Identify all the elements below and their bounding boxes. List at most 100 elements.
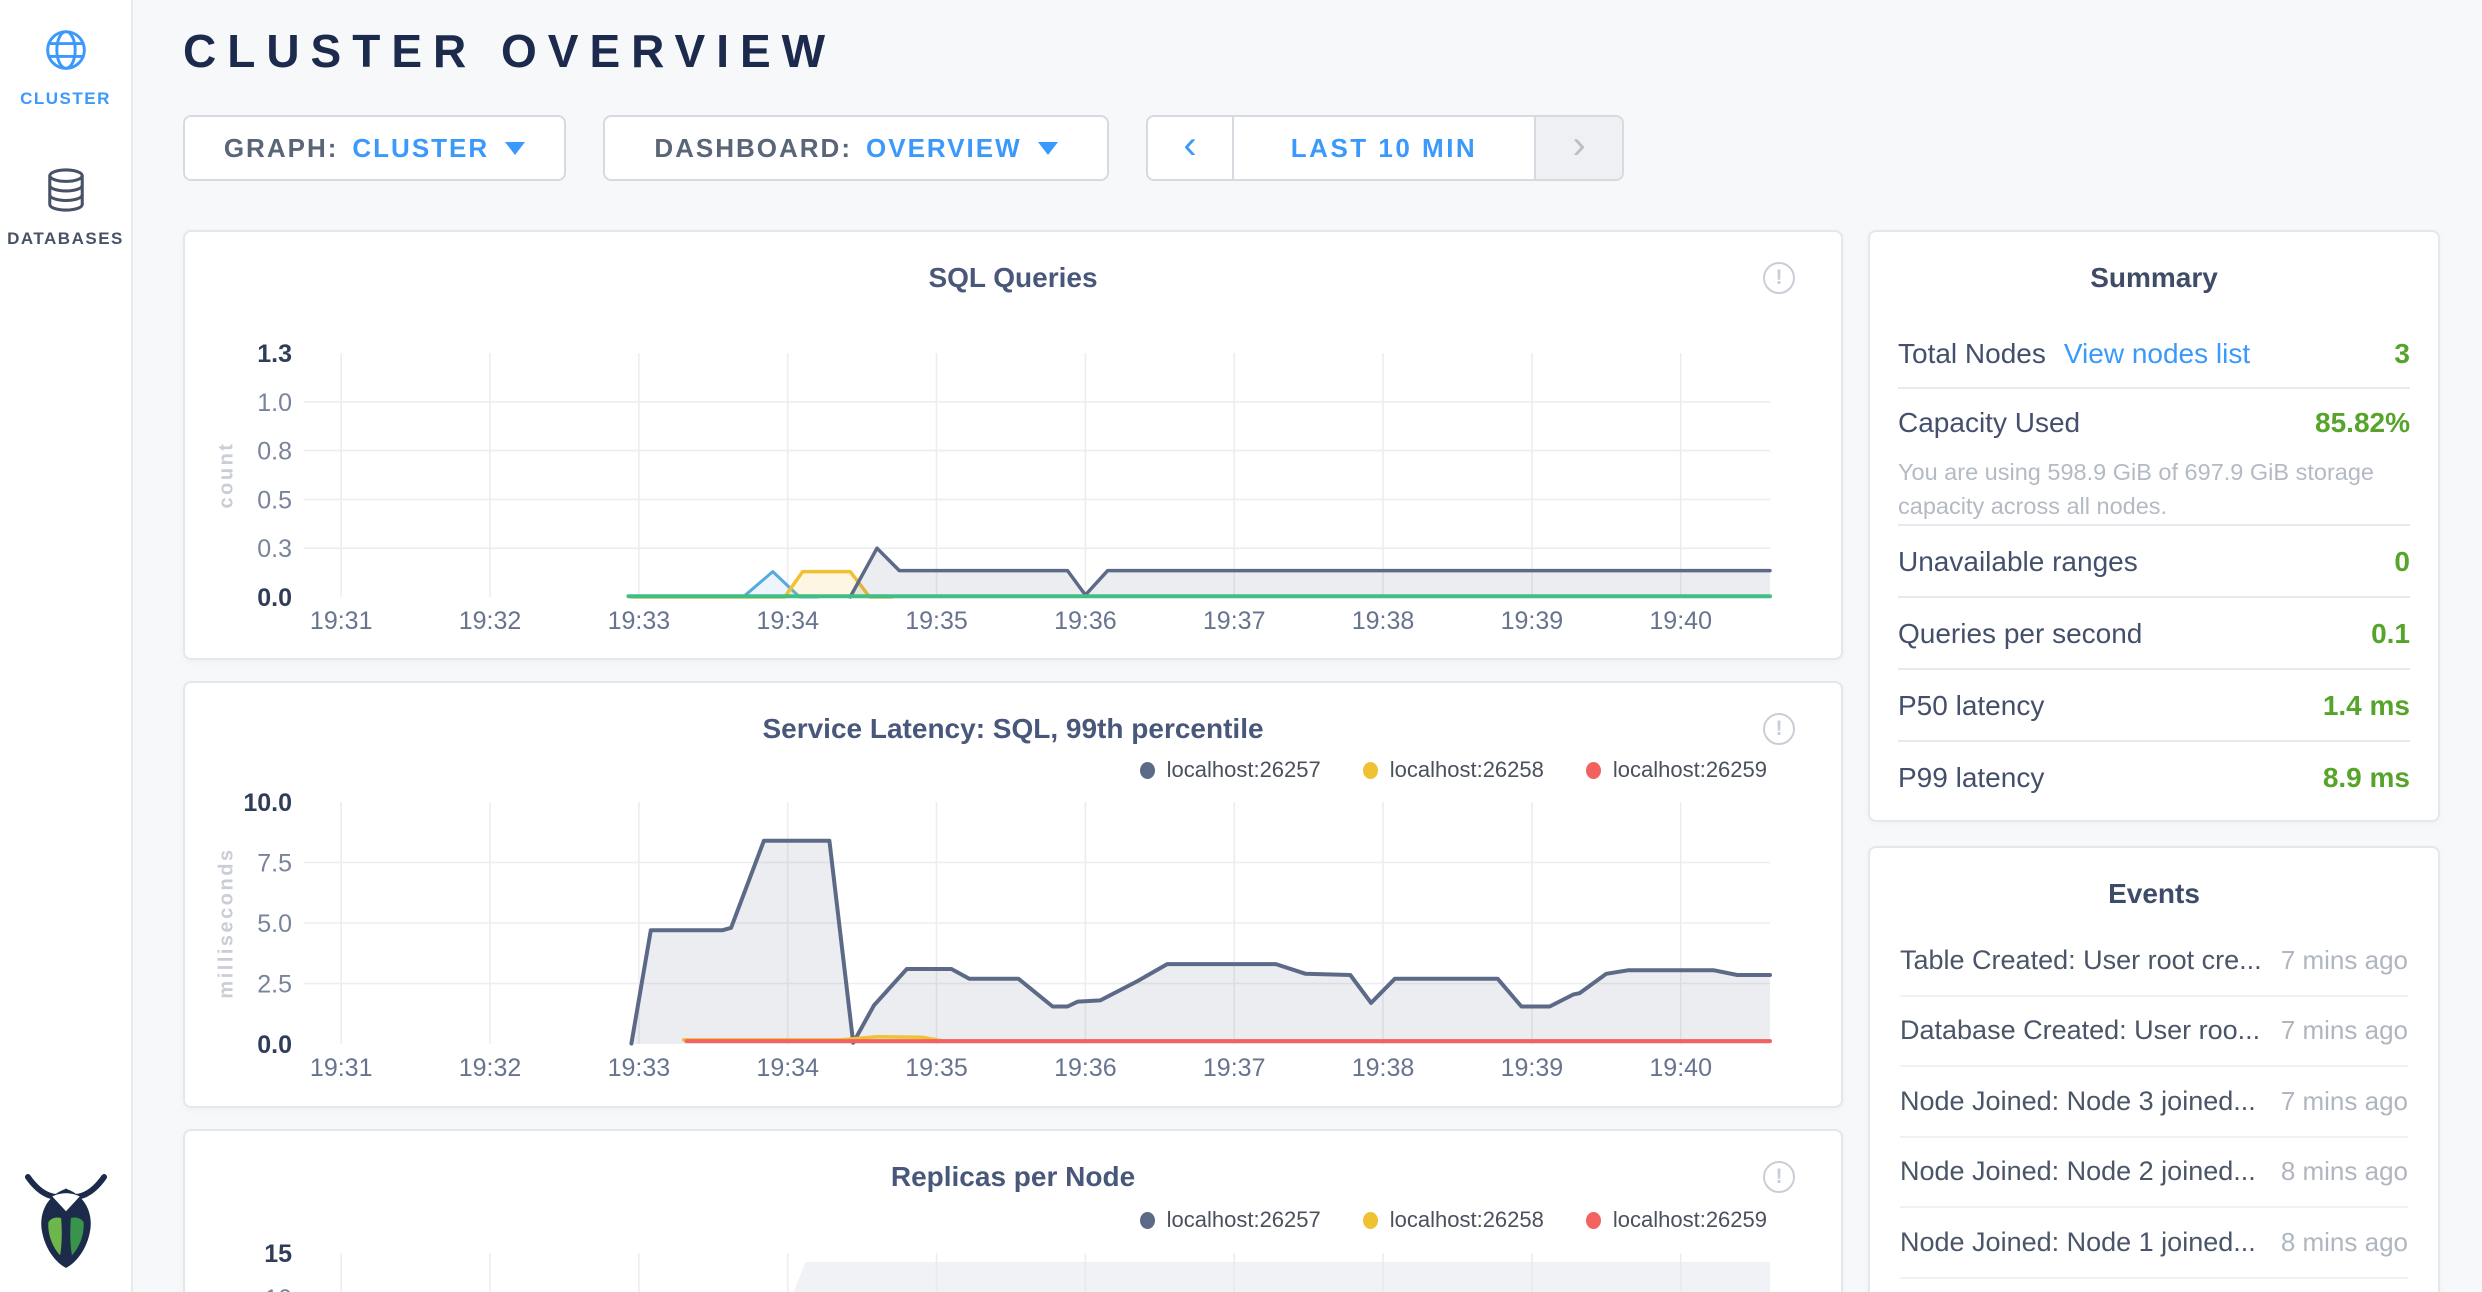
svg-text:19:37: 19:37 — [1203, 607, 1266, 635]
svg-text:2.5: 2.5 — [257, 971, 292, 999]
time-range-current-button[interactable]: LAST 10 MIN — [1234, 117, 1534, 179]
summary-value: 1.4 ms — [2323, 690, 2410, 722]
graph-dropdown[interactable]: GRAPH: CLUSTER — [183, 115, 566, 181]
event-time: 7 mins ago — [2281, 1086, 2408, 1117]
svg-text:10: 10 — [264, 1285, 292, 1292]
replicas-per-node-card: Replicas per Node ! localhost:26257local… — [183, 1129, 1843, 1292]
svg-text:15: 15 — [264, 1240, 292, 1268]
event-text: Node Joined: Node 3 joined... — [1900, 1086, 2256, 1117]
svg-text:0.8: 0.8 — [257, 438, 292, 466]
event-text: Table Created: User root cre... — [1900, 945, 2262, 976]
events-panel: Events Table Created: User root cre... 7 … — [1868, 846, 2440, 1292]
svg-text:19:33: 19:33 — [608, 1054, 671, 1082]
svg-text:19:38: 19:38 — [1352, 607, 1415, 635]
view-nodes-list-link[interactable]: View nodes list — [2064, 338, 2250, 369]
svg-text:19:40: 19:40 — [1649, 1054, 1712, 1082]
summary-label: Capacity Used — [1898, 407, 2080, 439]
sidebar-item-label: DATABASES — [0, 229, 131, 249]
summary-value: 3 — [2394, 338, 2410, 370]
event-time: 8 mins ago — [2281, 1227, 2408, 1258]
svg-text:19:38: 19:38 — [1352, 1054, 1415, 1082]
summary-row-queries-per-second: Queries per second 0.1 — [1898, 598, 2410, 670]
svg-text:1.3: 1.3 — [257, 340, 292, 368]
svg-text:19:36: 19:36 — [1054, 607, 1117, 635]
event-row: Node Joined: Node 2 joined... 8 mins ago — [1900, 1138, 2408, 1209]
database-icon — [45, 168, 87, 217]
cockroachdb-logo-icon — [22, 1166, 110, 1274]
summary-value: 0.1 — [2371, 618, 2410, 650]
sidebar-item-label: CLUSTER — [0, 89, 131, 109]
summary-row-p99-latency: P99 latency 8.9 ms — [1898, 742, 2410, 822]
sidebar-item-cluster[interactable]: CLUSTER — [0, 28, 131, 109]
svg-text:19:39: 19:39 — [1501, 1054, 1564, 1082]
events-list: Table Created: User root cre... 7 mins ag… — [1900, 926, 2408, 1279]
svg-text:19:39: 19:39 — [1501, 607, 1564, 635]
globe-icon — [44, 28, 88, 77]
svg-text:19:37: 19:37 — [1203, 1054, 1266, 1082]
summary-row-capacity: Capacity Used 85.82% You are using 598.9… — [1898, 389, 2410, 526]
svg-text:19:31: 19:31 — [310, 1054, 373, 1082]
event-text: Database Created: User roo... — [1900, 1015, 2260, 1046]
svg-text:10.0: 10.0 — [243, 789, 292, 817]
svg-text:0.5: 0.5 — [257, 486, 292, 514]
summary-value: 85.82% — [2315, 407, 2410, 439]
svg-text:0.3: 0.3 — [257, 535, 292, 563]
chevron-left-icon: ‹ — [1183, 125, 1196, 165]
svg-text:19:35: 19:35 — [905, 1054, 968, 1082]
svg-text:19:31: 19:31 — [310, 607, 373, 635]
sidebar-item-databases[interactable]: DATABASES — [0, 168, 131, 249]
time-range-control: ‹ LAST 10 MIN › — [1146, 115, 1624, 181]
event-text: Node Joined: Node 2 joined... — [1900, 1156, 2256, 1187]
svg-text:19:40: 19:40 — [1649, 607, 1712, 635]
summary-label: P50 latency — [1898, 690, 2044, 722]
summary-label: Total NodesView nodes list — [1898, 338, 2250, 370]
event-time: 8 mins ago — [2281, 1156, 2408, 1187]
svg-text:1.0: 1.0 — [257, 389, 292, 417]
summary-value: 0 — [2394, 546, 2410, 578]
event-time: 7 mins ago — [2281, 945, 2408, 976]
time-range-prev-button[interactable]: ‹ — [1148, 117, 1234, 179]
event-row: Node Joined: Node 1 joined... 8 mins ago — [1900, 1208, 2408, 1279]
summary-label: Unavailable ranges — [1898, 546, 2138, 578]
event-time: 7 mins ago — [2281, 1015, 2408, 1046]
dashboard-dropdown-label: DASHBOARD: — [654, 133, 852, 164]
svg-text:19:34: 19:34 — [756, 1054, 819, 1082]
page-title: CLUSTER OVERVIEW — [183, 24, 836, 78]
svg-text:19:32: 19:32 — [459, 607, 522, 635]
svg-text:19:36: 19:36 — [1054, 1054, 1117, 1082]
summary-subtext: You are using 598.9 GiB of 697.9 GiB sto… — [1898, 455, 2410, 523]
summary-title: Summary — [1870, 262, 2438, 294]
event-row: Database Created: User roo... 7 mins ago — [1900, 997, 2408, 1068]
summary-label: P99 latency — [1898, 762, 2044, 794]
svg-text:7.5: 7.5 — [257, 850, 292, 878]
sidebar: CLUSTER DATABASES — [0, 0, 133, 1292]
summary-label: Queries per second — [1898, 618, 2142, 650]
event-row: Node Joined: Node 3 joined... 7 mins ago — [1900, 1067, 2408, 1138]
svg-text:19:34: 19:34 — [756, 607, 819, 635]
dashboard-dropdown[interactable]: DASHBOARD: OVERVIEW — [603, 115, 1109, 181]
event-text: Node Joined: Node 1 joined... — [1900, 1227, 2256, 1258]
replicas-per-node-chart[interactable]: 1510 — [185, 1131, 1845, 1292]
summary-row-unavailable-ranges: Unavailable ranges 0 — [1898, 526, 2410, 598]
service-latency-card: Service Latency: SQL, 99th percentile ! … — [183, 681, 1843, 1108]
chevron-down-icon — [1038, 142, 1058, 155]
summary-panel: Summary Total NodesView nodes list 3 Cap… — [1868, 230, 2440, 822]
svg-text:19:35: 19:35 — [905, 607, 968, 635]
svg-text:5.0: 5.0 — [257, 910, 292, 938]
dashboard-dropdown-value: OVERVIEW — [866, 133, 1022, 164]
events-title: Events — [1870, 878, 2438, 910]
svg-text:19:32: 19:32 — [459, 1054, 522, 1082]
chevron-right-icon: › — [1572, 125, 1585, 165]
sql-queries-chart[interactable]: 19:31 19:32 19:33 19:34 19:35 19:36 19:37 19:38… — [185, 232, 1845, 662]
graph-dropdown-value: CLUSTER — [352, 133, 489, 164]
graph-dropdown-label: GRAPH: — [224, 133, 339, 164]
sql-queries-card: SQL Queries ! count 19:3119:3219:3319:34… — [183, 230, 1843, 660]
svg-text:0.0: 0.0 — [257, 1031, 292, 1059]
svg-text:0.0: 0.0 — [257, 584, 292, 612]
svg-text:19:33: 19:33 — [608, 607, 671, 635]
service-latency-chart[interactable]: 19:31 19:32 19:33 19:34 19:35 19:36 19:37 19:38… — [185, 683, 1845, 1110]
summary-value: 8.9 ms — [2323, 762, 2410, 794]
summary-row-p50-latency: P50 latency 1.4 ms — [1898, 670, 2410, 742]
event-row: Table Created: User root cre... 7 mins ag… — [1900, 926, 2408, 997]
time-range-next-button[interactable]: › — [1534, 117, 1622, 179]
